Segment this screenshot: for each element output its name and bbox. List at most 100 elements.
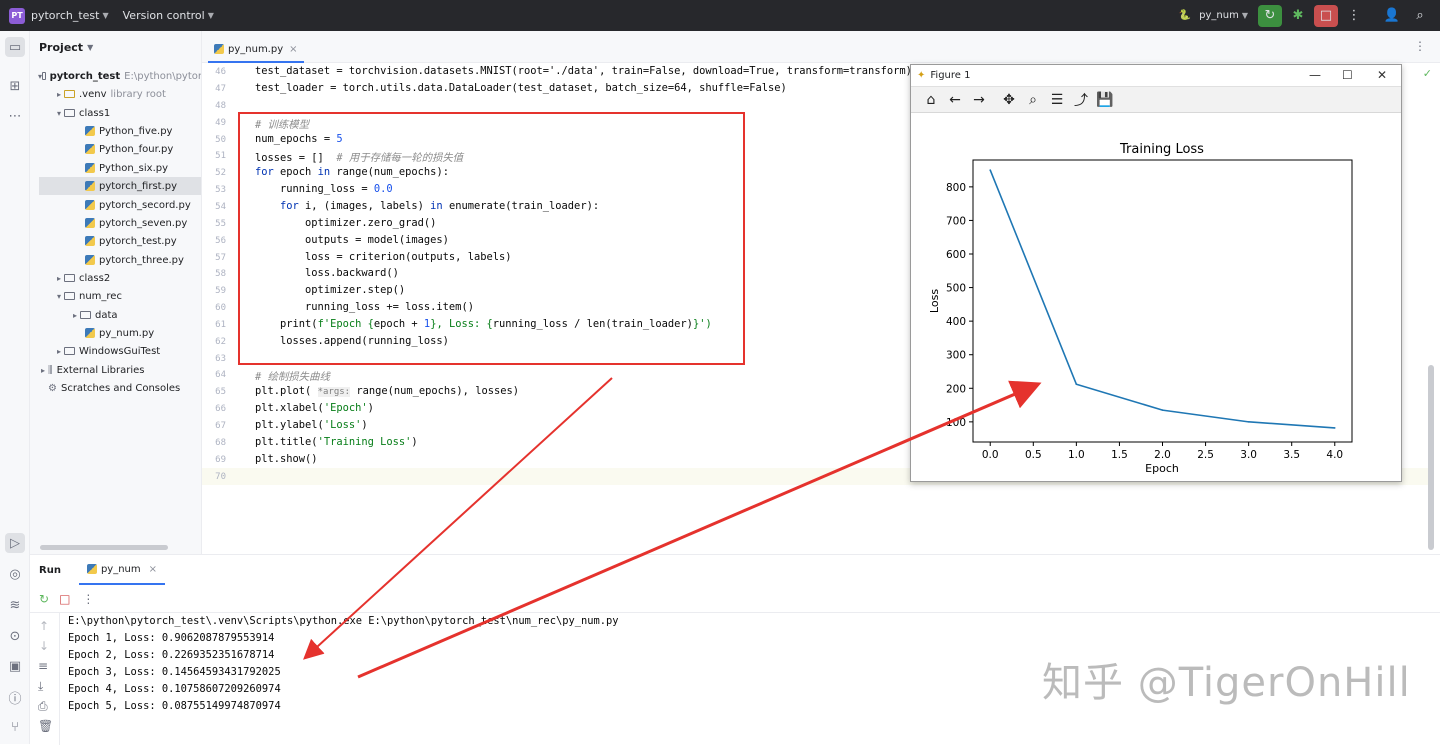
rerun-icon: ↻: [1264, 8, 1276, 23]
tree-item-label: Scratches and Consoles: [60, 382, 181, 394]
folder-icon: [64, 347, 75, 355]
tree-item-file[interactable]: pytorch_three.py: [30, 251, 201, 269]
tree-item-label: py_num.py: [99, 327, 155, 339]
python-packages-icon[interactable]: ◎: [5, 564, 25, 584]
chevron-right-icon: ▸: [72, 310, 77, 320]
more-icon[interactable]: ⋮: [82, 592, 94, 606]
x-tick-label: 2.0: [1154, 449, 1171, 461]
tree-item-label: pytorch_secord.py: [99, 199, 191, 211]
folder-icon: [80, 311, 91, 319]
tree-item-venv[interactable]: ▸ .venv library root: [30, 85, 201, 103]
figure-title: Figure 1: [930, 70, 971, 81]
pan-icon[interactable]: ✥: [997, 92, 1021, 108]
tree-item-file[interactable]: Python_six.py: [30, 159, 201, 177]
horizontal-scrollbar[interactable]: [40, 545, 168, 550]
console-output-line: Epoch 2, Loss: 0.2269352351678714: [68, 649, 275, 661]
scroll-to-end-icon[interactable]: ⤓: [38, 679, 43, 694]
tree-item-file[interactable]: pytorch_secord.py: [30, 196, 201, 214]
tree-item-file[interactable]: Python_four.py: [30, 140, 201, 158]
project-name-menu[interactable]: pytorch_test: [31, 9, 99, 22]
y-tick-label: 800: [946, 182, 966, 194]
title-bar: PT pytorch_test ▼ Version control ▼ 🐍 py…: [0, 0, 1440, 31]
add-user-button[interactable]: 👤: [1380, 5, 1404, 27]
configure-icon[interactable]: ☰: [1045, 92, 1069, 108]
line-number: 68: [215, 438, 226, 448]
arrow-down-icon[interactable]: ↓: [39, 639, 49, 653]
soft-wrap-icon[interactable]: ≡: [38, 659, 48, 673]
close-icon[interactable]: ×: [149, 564, 157, 575]
y-tick-label: 300: [946, 350, 966, 362]
minimize-button[interactable]: —: [1309, 68, 1321, 82]
tree-item-class1[interactable]: ▾ class1: [30, 104, 201, 122]
home-icon[interactable]: ⌂: [919, 92, 943, 108]
run-panel-header: Run py_num ×: [30, 555, 1440, 585]
more-actions-button[interactable]: ⋮: [1342, 5, 1366, 27]
git-icon[interactable]: ⑂: [5, 717, 25, 737]
run-config-selector[interactable]: py_num: [1199, 10, 1239, 21]
save-icon[interactable]: 💾: [1093, 92, 1117, 108]
tree-item-label: Python_six.py: [99, 162, 169, 174]
project-badge[interactable]: PT: [9, 7, 25, 24]
vertical-scrollbar[interactable]: [1428, 365, 1434, 550]
tree-item-pytorch-test[interactable]: ▾ pytorch_test E:\python\pytor: [30, 67, 201, 85]
line-number: 57: [215, 253, 226, 263]
figure-title-bar[interactable]: ✦ Figure 1 — ☐ ✕: [911, 65, 1401, 87]
more-icon[interactable]: ⋯: [5, 106, 25, 126]
tree-item-file[interactable]: pytorch_seven.py: [30, 214, 201, 232]
close-button[interactable]: ✕: [1377, 68, 1387, 82]
problems-icon[interactable]: ⓘ: [5, 687, 25, 707]
tree-item-file[interactable]: pytorch_test.py: [30, 232, 201, 250]
tree-item-file[interactable]: Python_five.py: [30, 122, 201, 140]
line-number: 46: [215, 67, 226, 77]
y-tick-label: 500: [946, 283, 966, 295]
tree-item-data[interactable]: ▸ data: [30, 306, 201, 324]
run-tool-icon[interactable]: ▷: [5, 533, 25, 553]
layers-icon[interactable]: ≋: [5, 595, 25, 615]
stop-button[interactable]: □: [1314, 4, 1338, 27]
figure-window[interactable]: ✦ Figure 1 — ☐ ✕ ⌂ ← → ✥ ⌕ ☰ ⤴ 💾 Trainin…: [910, 64, 1402, 482]
project-panel: Project ▼ ▾ pytorch_test E:\python\pytor …: [30, 31, 202, 554]
matplotlib-icon: ✦: [917, 70, 926, 81]
version-control-menu[interactable]: Version control: [123, 9, 205, 22]
x-axis: 0.0 0.5 1.0 1.5 2.0 2.5 3.0 3.5 4.0: [982, 442, 1343, 461]
editor-tab-py-num[interactable]: py_num.py ×: [208, 37, 304, 63]
chevron-down-icon: ▼: [1241, 11, 1248, 20]
maximize-button[interactable]: ☐: [1342, 68, 1353, 82]
zoom-icon[interactable]: ⌕: [1021, 92, 1045, 108]
y-tick-label: 700: [946, 215, 966, 227]
print-icon[interactable]: ⎙: [38, 699, 48, 714]
x-tick-label: 4.0: [1326, 449, 1343, 461]
close-icon[interactable]: ×: [289, 44, 297, 55]
tree-item-file-selected[interactable]: pytorch_first.py: [39, 177, 201, 195]
rerun-icon[interactable]: ↻: [39, 592, 49, 606]
x-tick-label: 1.5: [1111, 449, 1128, 461]
tree-item-external-libraries[interactable]: ▸ ⫼ External Libraries: [30, 361, 201, 379]
tree-item-label: Python_five.py: [99, 125, 173, 137]
tree-item-label: num_rec: [79, 290, 122, 302]
tree-item-num-rec[interactable]: ▾ num_rec: [30, 287, 201, 305]
tree-item-scratches[interactable]: ⚙ Scratches and Consoles: [30, 379, 201, 397]
more-icon[interactable]: ⋮: [1414, 39, 1426, 53]
debug-button[interactable]: ✱: [1286, 5, 1310, 27]
folder-icon[interactable]: ▭: [5, 37, 25, 57]
search-button[interactable]: ⌕: [1408, 5, 1432, 27]
tree-item-windowsguitest[interactable]: ▸ WindowsGuiTest: [30, 342, 201, 360]
trash-icon[interactable]: 🗑: [38, 719, 53, 733]
stop-icon[interactable]: □: [59, 592, 70, 606]
tree-item-file[interactable]: py_num.py: [30, 324, 201, 342]
run-tab-py-num[interactable]: py_num ×: [78, 555, 166, 585]
rerun-button[interactable]: ↻: [1258, 4, 1282, 27]
tree-item-label: data: [95, 309, 118, 321]
run-side-toolbar: ↑ ↓ ≡ ⤓ ⎙ 🗑: [30, 613, 60, 745]
terminal-icon[interactable]: ▣: [5, 656, 25, 676]
project-panel-header[interactable]: Project ▼: [30, 31, 201, 63]
line-number: 61: [215, 320, 226, 330]
edit-axis-icon[interactable]: ⤴: [1069, 90, 1093, 110]
arrow-up-icon[interactable]: ↑: [39, 619, 49, 633]
back-icon[interactable]: ←: [943, 92, 967, 108]
forward-icon[interactable]: →: [967, 92, 991, 108]
tree-item-class2[interactable]: ▸ class2: [30, 269, 201, 287]
services-icon[interactable]: ⊙: [5, 626, 25, 646]
structure-icon[interactable]: ⊞: [5, 76, 25, 96]
y-tick-label: 600: [946, 249, 966, 261]
